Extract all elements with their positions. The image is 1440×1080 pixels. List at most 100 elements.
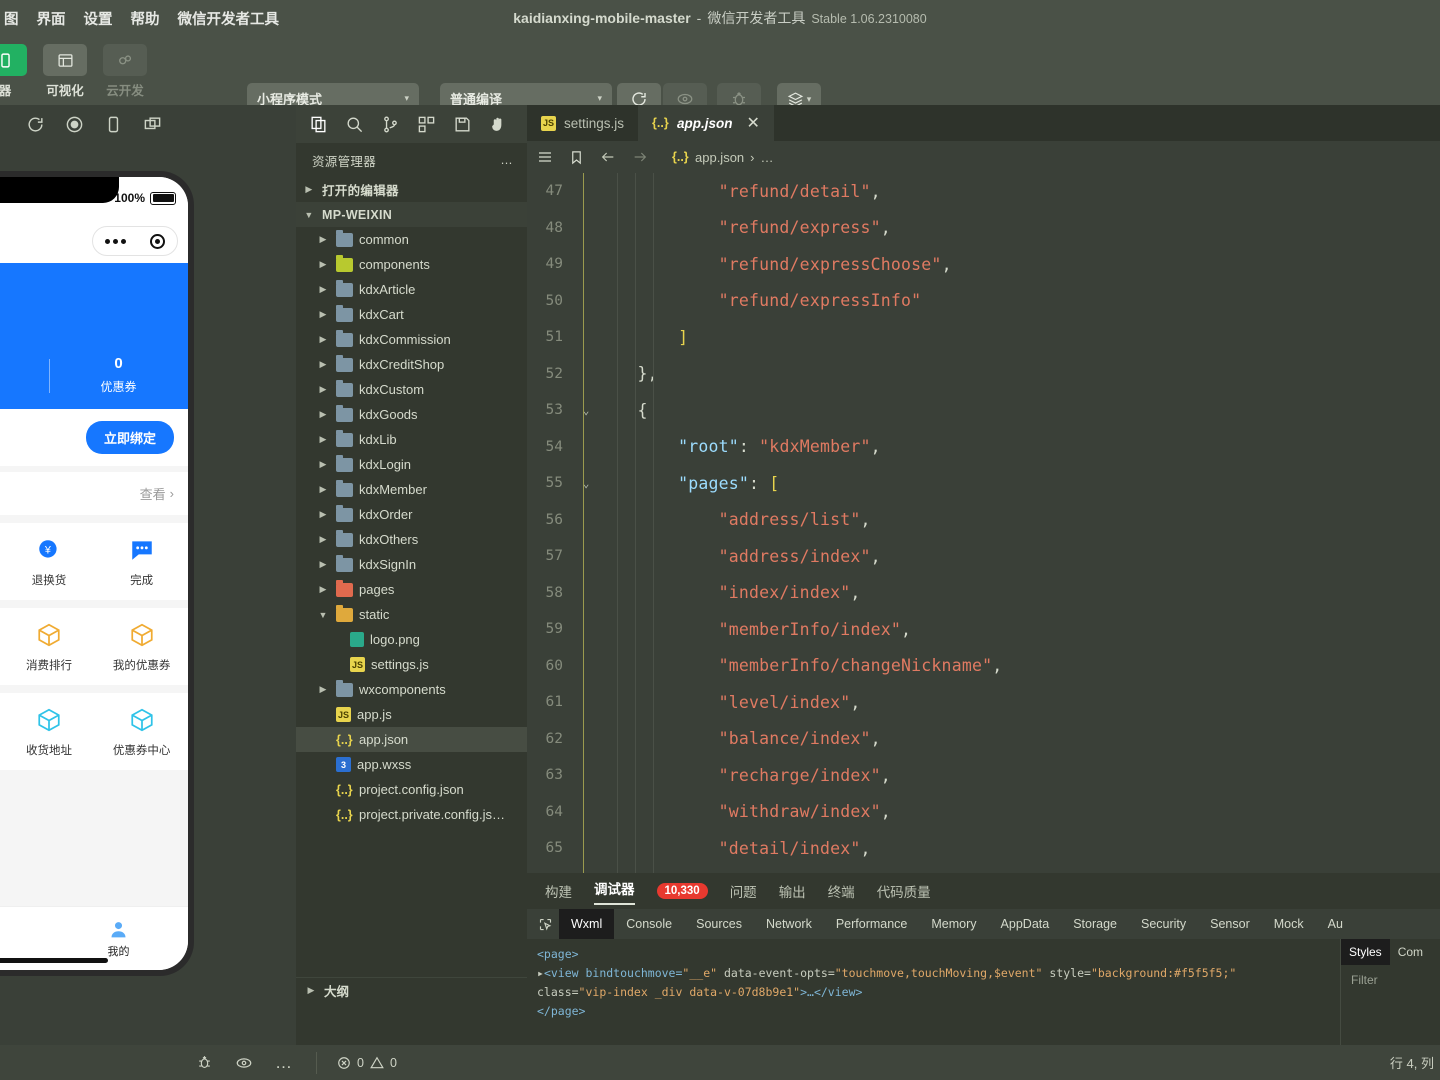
tree-item-kdxlogin[interactable]: ▶ kdxLogin <box>296 452 527 477</box>
devtools-tab-security[interactable]: Security <box>1129 909 1198 939</box>
tree-item-kdxothers[interactable]: ▶ kdxOthers <box>296 527 527 552</box>
tree-item-common[interactable]: ▶ common <box>296 227 527 252</box>
tree-item-static[interactable]: ▼ static <box>296 602 527 627</box>
editor-tab-app-json[interactable]: {..} app.json ✕ <box>638 105 774 141</box>
code-editor[interactable]: 47 "refund/detail", 48 "refund/express", 4… <box>527 173 1440 873</box>
window-title-app: 微信开发者工具 <box>707 10 806 26</box>
tree-item-project-private-config-js-[interactable]: {..} project.private.config.js… <box>296 802 527 827</box>
devtools-tab-memory[interactable]: Memory <box>919 909 988 939</box>
more-icon[interactable]: … <box>275 1053 294 1073</box>
forward-arrow-icon[interactable] <box>632 149 648 165</box>
cube-icon <box>131 623 153 647</box>
devtools-tab-appdata[interactable]: AppData <box>989 909 1062 939</box>
hero-stat-points[interactable]: 0 积分 <box>0 355 49 395</box>
devtools-tab-console[interactable]: Console <box>614 909 684 939</box>
tree-item-project-config-json[interactable]: {..} project.config.json <box>296 777 527 802</box>
bind-now-button[interactable]: 立即绑定 <box>85 421 174 454</box>
tree-item-app-json[interactable]: {..} app.json <box>296 727 527 752</box>
tree-item-label: kdxGoods <box>359 407 418 422</box>
grid-cell-spend-rank[interactable]: 消费排行 <box>3 622 96 673</box>
computed-tab[interactable]: Com <box>1390 939 1431 965</box>
hero-stat-coupons[interactable]: 0 优惠券 <box>49 355 188 395</box>
tree-item-kdxsignin[interactable]: ▶ kdxSignIn <box>296 552 527 577</box>
code-line: 49 "refund/expressChoose", <box>527 246 1440 283</box>
devtools-tab-audits[interactable]: Au <box>1316 909 1355 939</box>
record-icon[interactable] <box>65 115 84 134</box>
tree-item-components[interactable]: ▶ components <box>296 252 527 277</box>
line-number: 65 <box>545 840 563 857</box>
devtools-tab-network[interactable]: Network <box>754 909 824 939</box>
bookmark-icon[interactable] <box>569 150 584 165</box>
device-icon[interactable] <box>104 115 123 134</box>
devtools-tab-performance[interactable]: Performance <box>824 909 920 939</box>
tree-item-kdxcart[interactable]: ▶ kdxCart <box>296 302 527 327</box>
toolbar-cloud-button[interactable]: 云开发 <box>102 44 148 99</box>
panel-tab-terminal[interactable]: 终端 <box>828 881 855 901</box>
toolbar-visual-button[interactable]: 可视化 <box>42 44 88 99</box>
editor-tab-settings-js[interactable]: JS settings.js <box>527 105 638 141</box>
devtools-tab-storage[interactable]: Storage <box>1061 909 1129 939</box>
open-editors-section[interactable]: ▶ 打开的编辑器 <box>296 177 527 202</box>
grid-cell-address[interactable]: 收货地址 <box>3 707 96 758</box>
panel-tab-debugger[interactable]: 调试器 <box>594 878 635 905</box>
status-cursor-position[interactable]: 行 4, 列 <box>1390 1053 1440 1072</box>
element-picker-icon[interactable] <box>531 909 559 939</box>
tree-item-kdxgoods[interactable]: ▶ kdxGoods <box>296 402 527 427</box>
panel-tab-build[interactable]: 构建 <box>545 881 572 901</box>
devtools-tab-mock[interactable]: Mock <box>1262 909 1316 939</box>
tree-item-wxcomponents[interactable]: ▶ wxcomponents <box>296 677 527 702</box>
grid-cell-refund[interactable]: ¥ 退换货 <box>3 537 96 588</box>
extensions-icon[interactable] <box>409 107 443 141</box>
grid-cell-my-coupons[interactable]: 我的优惠券 <box>95 622 188 673</box>
explorer-icon[interactable] <box>301 107 335 141</box>
panel-tab-codequality[interactable]: 代码质量 <box>877 881 931 901</box>
breadcrumb-rest[interactable]: … <box>761 150 774 165</box>
tree-item-kdxcustom[interactable]: ▶ kdxCustom <box>296 377 527 402</box>
back-arrow-icon[interactable] <box>600 149 616 165</box>
grid-cell-coupon-center[interactable]: 优惠券中心 <box>95 707 188 758</box>
devtools-tab-wxml[interactable]: Wxml <box>559 909 615 939</box>
styles-filter-input[interactable]: Filter <box>1341 965 1440 995</box>
save-all-icon[interactable] <box>445 107 479 141</box>
tree-item-kdxarticle[interactable]: ▶ kdxArticle <box>296 277 527 302</box>
source-control-icon[interactable] <box>373 107 407 141</box>
grid-cell-complete[interactable]: 完成 <box>95 537 188 588</box>
devtools-tab-sources[interactable]: Sources <box>684 909 754 939</box>
tabbar-item-cart[interactable]: 购物车 <box>0 919 49 959</box>
breadcrumb-file[interactable]: app.json <box>695 150 744 165</box>
tree-item-logo-png[interactable]: logo.png <box>296 627 527 652</box>
multi-window-icon[interactable] <box>143 115 162 134</box>
status-bar-left: … <box>0 1053 294 1073</box>
wxml-dom-tree[interactable]: <page> ▸<view bindtouchmove="__e" data-e… <box>527 939 1340 1045</box>
refresh-icon[interactable] <box>26 115 45 134</box>
tabbar-item-mine[interactable]: 我的 <box>49 919 188 959</box>
tree-item-kdxlib[interactable]: ▶ kdxLib <box>296 427 527 452</box>
panel-tab-output[interactable]: 输出 <box>779 881 806 901</box>
tree-item-kdxcommission[interactable]: ▶ kdxCommission <box>296 327 527 352</box>
tree-item-pages[interactable]: ▶ pages <box>296 577 527 602</box>
close-icon[interactable]: ✕ <box>747 113 760 133</box>
tree-item-kdxcreditshop[interactable]: ▶ kdxCreditShop <box>296 352 527 377</box>
tree-item-kdxmember[interactable]: ▶ kdxMember <box>296 477 527 502</box>
status-problems[interactable]: 0 0 <box>337 1056 397 1070</box>
styles-tab[interactable]: Styles <box>1341 939 1390 965</box>
outline-section[interactable]: ▶ 大纲 <box>296 977 527 1003</box>
project-root-row[interactable]: ▼ MP-WEIXIN <box>296 202 527 227</box>
bug-icon[interactable] <box>196 1054 213 1071</box>
wechat-capsule[interactable] <box>92 226 178 256</box>
tree-item-kdxorder[interactable]: ▶ kdxOrder <box>296 502 527 527</box>
tree-item-app-wxss[interactable]: 3 app.wxss <box>296 752 527 777</box>
outline-icon[interactable] <box>537 149 553 165</box>
eye-icon[interactable] <box>235 1054 253 1072</box>
fold-chevron-icon[interactable]: ⌄ <box>575 477 597 490</box>
search-icon[interactable] <box>337 107 371 141</box>
explorer-more-icon[interactable]: … <box>500 153 513 167</box>
tree-item-app-js[interactable]: JS app.js <box>296 702 527 727</box>
hand-icon[interactable] <box>481 107 515 141</box>
panel-tab-problems[interactable]: 问题 <box>730 881 757 901</box>
toolbar-simulator-button[interactable]: 器 <box>0 44 28 99</box>
view-more-row[interactable]: 查看 › <box>0 472 188 515</box>
tree-item-settings-js[interactable]: JS settings.js <box>296 652 527 677</box>
devtools-tab-sensor[interactable]: Sensor <box>1198 909 1262 939</box>
fold-chevron-icon[interactable]: ⌄ <box>575 404 597 417</box>
